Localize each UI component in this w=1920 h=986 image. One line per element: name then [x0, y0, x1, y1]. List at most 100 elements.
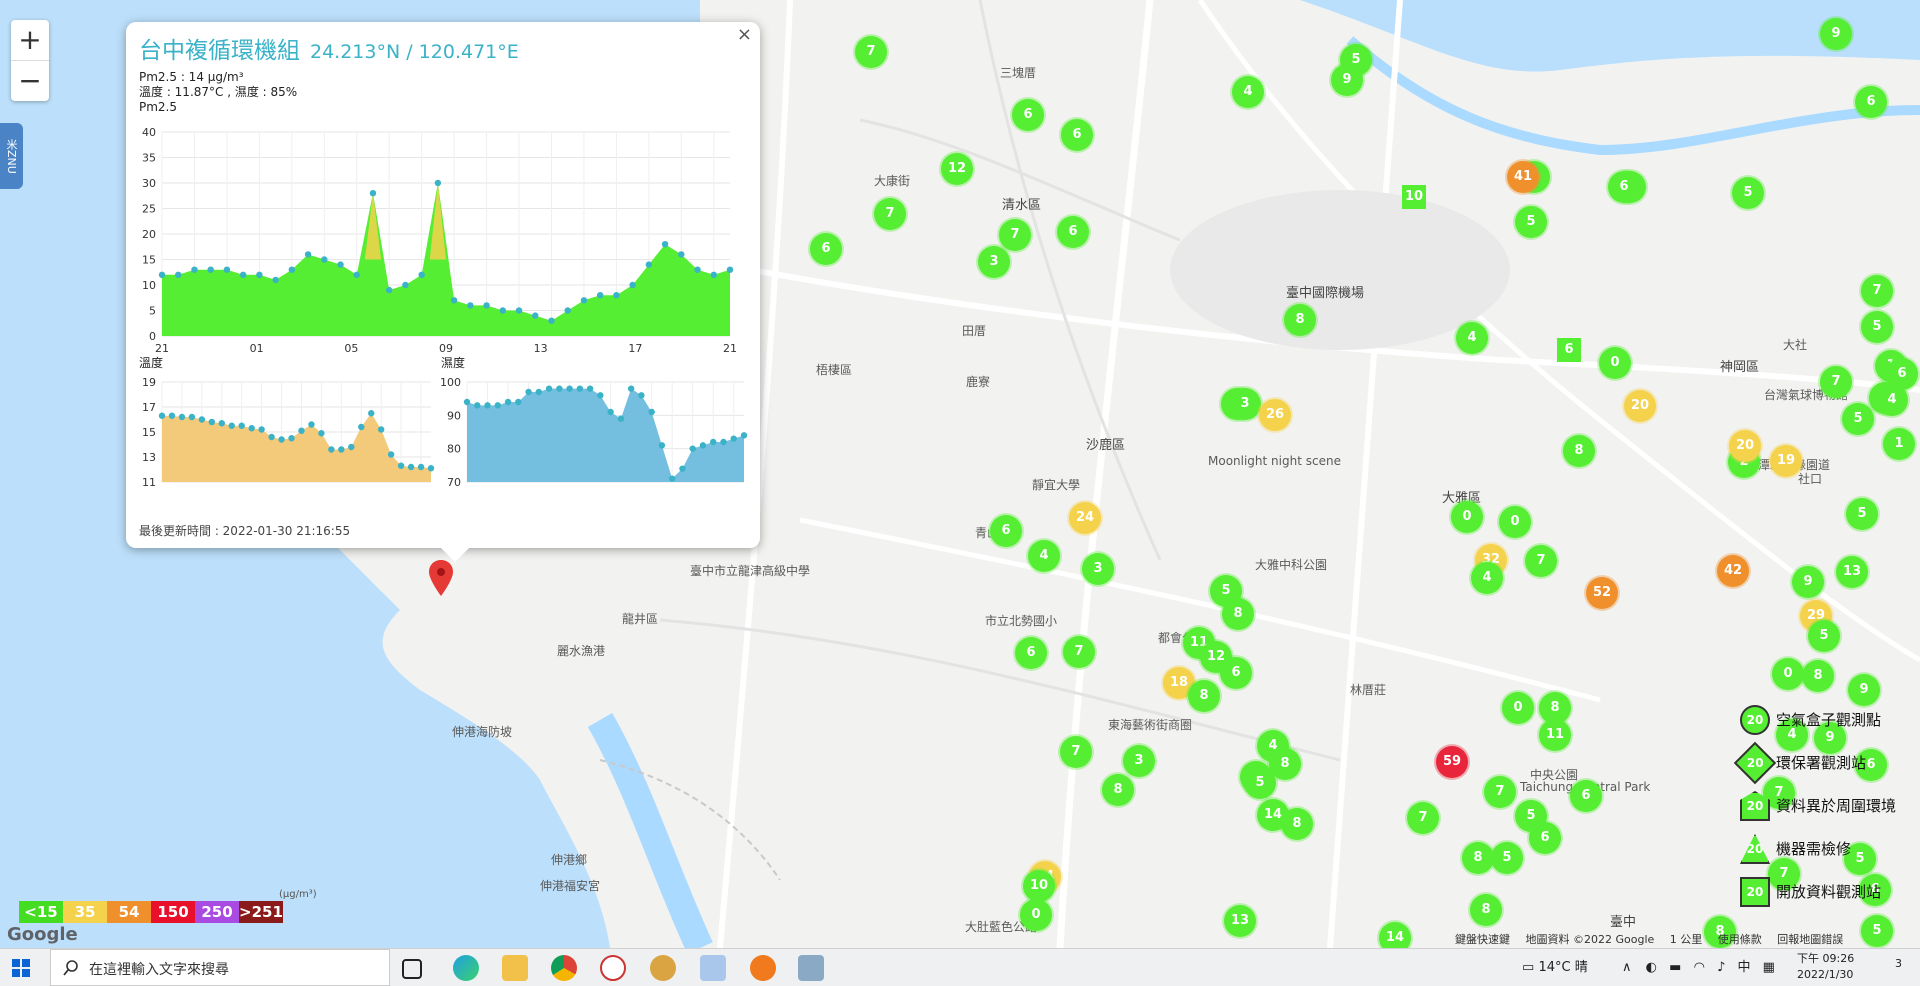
volume-icon[interactable]: ♪ — [1717, 960, 1725, 975]
air-quality-marker[interactable]: 5 — [1846, 498, 1878, 530]
file-explorer-icon[interactable] — [502, 955, 528, 981]
air-quality-marker[interactable]: 8 — [1470, 894, 1502, 926]
air-quality-marker[interactable]: 10 — [1023, 870, 1055, 902]
side-panel-tab[interactable]: 米ZNU — [0, 123, 23, 189]
air-quality-marker[interactable]: 6 — [1015, 637, 1047, 669]
air-quality-marker[interactable]: 5 — [1808, 620, 1840, 652]
air-quality-marker[interactable]: 8 — [1281, 808, 1313, 840]
air-quality-marker[interactable]: 26 — [1259, 399, 1291, 431]
close-button[interactable]: × — [737, 24, 752, 45]
air-quality-marker[interactable]: 6 — [810, 233, 842, 265]
chrome-browser-icon[interactable] — [551, 955, 577, 981]
air-quality-marker[interactable]: 3 — [1123, 745, 1155, 777]
air-quality-marker[interactable]: 7 — [1861, 275, 1893, 307]
air-quality-marker[interactable]: 9 — [1792, 566, 1824, 598]
air-quality-marker[interactable]: 19 — [1770, 445, 1802, 477]
air-quality-marker[interactable]: 6 — [1529, 822, 1561, 854]
air-quality-marker[interactable]: 8 — [1802, 660, 1834, 692]
air-quality-marker[interactable]: 3 — [1082, 553, 1114, 585]
air-quality-marker[interactable]: 6 — [1855, 86, 1887, 118]
air-quality-marker[interactable]: 0 — [1502, 692, 1534, 724]
air-quality-marker[interactable]: 7 — [874, 198, 906, 230]
air-quality-marker[interactable]: 8 — [1462, 842, 1494, 874]
air-quality-marker[interactable]: 0 — [1451, 501, 1483, 533]
edge-browser-icon[interactable] — [453, 955, 479, 981]
air-quality-marker[interactable]: 24 — [1069, 502, 1101, 534]
air-quality-marker[interactable]: 5 — [1861, 311, 1893, 343]
air-quality-marker[interactable]: 4 — [1232, 76, 1264, 108]
air-quality-marker[interactable]: 5 — [1515, 206, 1547, 238]
wifi-icon[interactable]: ◠ — [1694, 960, 1705, 975]
task-view-icon[interactable] — [402, 959, 422, 979]
air-quality-marker[interactable]: 6 — [1608, 171, 1640, 203]
air-quality-marker[interactable]: 6 — [1012, 99, 1044, 131]
app-icon[interactable] — [798, 955, 824, 981]
air-quality-marker[interactable]: 5 — [1732, 177, 1764, 209]
air-quality-marker[interactable]: 0 — [1599, 347, 1631, 379]
air-quality-marker[interactable]: 59 — [1436, 746, 1468, 778]
air-quality-marker[interactable]: 7 — [1060, 736, 1092, 768]
air-quality-marker[interactable]: 0 — [1772, 658, 1804, 690]
air-quality-marker[interactable]: 1 — [1883, 428, 1915, 460]
air-quality-marker[interactable]: 8 — [1563, 435, 1595, 467]
notification-icon[interactable]: 3 — [1880, 957, 1902, 977]
air-quality-marker[interactable]: 12 — [941, 153, 973, 185]
air-quality-marker[interactable]: 20 — [1624, 390, 1656, 422]
air-quality-marker[interactable]: 4 — [1876, 384, 1908, 416]
air-quality-marker[interactable]: 8 — [1284, 304, 1316, 336]
air-quality-marker[interactable]: 20 — [1729, 430, 1761, 462]
location-pin-icon[interactable] — [429, 560, 453, 596]
air-quality-marker[interactable]: 52 — [1586, 577, 1618, 609]
keyboard-shortcuts-link[interactable]: 鍵盤快速鍵 — [1455, 933, 1510, 946]
air-quality-marker[interactable]: 7 — [1407, 802, 1439, 834]
air-quality-marker[interactable]: 41 — [1507, 161, 1539, 193]
air-quality-marker[interactable]: 6 — [1061, 119, 1093, 151]
air-quality-marker[interactable]: 6 — [990, 515, 1022, 547]
air-quality-marker[interactable]: 9 — [1848, 674, 1880, 706]
clock-app-icon[interactable] — [600, 955, 626, 981]
air-quality-marker[interactable]: 6 — [1570, 780, 1602, 812]
air-quality-marker[interactable]: 7 — [855, 36, 887, 68]
air-quality-marker[interactable]: 7 — [1063, 636, 1095, 668]
air-quality-marker[interactable]: 6 — [1557, 338, 1581, 362]
air-quality-marker[interactable]: 5 — [1491, 842, 1523, 874]
blender-icon[interactable] — [750, 955, 776, 981]
air-quality-marker[interactable]: 4 — [1471, 562, 1503, 594]
system-clock[interactable]: 下午 09:26 2022/1/30 — [1797, 951, 1854, 983]
zoom-out-button[interactable]: − — [11, 61, 49, 101]
chevron-up-icon[interactable]: ∧ — [1622, 960, 1632, 975]
terms-link[interactable]: 使用條款 — [1718, 933, 1762, 946]
network-icon[interactable]: ◐ — [1646, 960, 1657, 975]
app-icon[interactable] — [650, 955, 676, 981]
air-quality-marker[interactable]: 13 — [1836, 556, 1868, 588]
air-quality-marker[interactable]: 6 — [1220, 657, 1252, 689]
air-quality-marker[interactable]: 9 — [1820, 18, 1852, 50]
air-quality-marker[interactable]: 4 — [1456, 322, 1488, 354]
air-quality-marker[interactable]: 4 — [1028, 540, 1060, 572]
air-quality-marker[interactable]: 9 — [1331, 64, 1363, 96]
air-quality-marker[interactable]: 7 — [1820, 366, 1852, 398]
air-quality-marker[interactable]: 8 — [1222, 598, 1254, 630]
weather-widget[interactable]: ▭ 14°C 晴 — [1522, 949, 1588, 986]
air-quality-marker[interactable]: 5 — [1244, 767, 1276, 799]
air-quality-marker[interactable]: 6 — [1057, 216, 1089, 248]
air-quality-marker[interactable]: 7 — [1525, 545, 1557, 577]
battery-icon[interactable]: ▬ — [1669, 960, 1681, 975]
air-quality-marker[interactable]: 13 — [1224, 905, 1256, 937]
ime-indicator[interactable]: 中 — [1738, 960, 1751, 975]
air-quality-marker[interactable]: 5 — [1861, 915, 1893, 947]
air-quality-marker[interactable]: 7 — [1484, 776, 1516, 808]
taskbar-search[interactable]: 在這裡輸入文字來搜尋 — [50, 949, 390, 986]
air-quality-marker[interactable]: 14 — [1379, 922, 1411, 948]
air-quality-marker[interactable]: 5 — [1842, 403, 1874, 435]
air-quality-marker[interactable]: 8 — [1102, 774, 1134, 806]
windows-start-icon[interactable] — [12, 959, 30, 977]
zoom-in-button[interactable]: + — [11, 20, 49, 61]
air-quality-marker[interactable]: 7 — [999, 219, 1031, 251]
air-quality-marker[interactable]: 3 — [1229, 388, 1261, 420]
report-error-link[interactable]: 回報地圖錯誤 — [1777, 933, 1843, 946]
air-quality-marker[interactable]: 0 — [1020, 899, 1052, 931]
air-quality-marker[interactable]: 42 — [1717, 555, 1749, 587]
map-canvas[interactable]: 三塊厝 大康街 清水區 梧棲區 沙鹿區 臺中國際機場 田厝 鹿寮 靜宜大學 青山… — [0, 0, 1920, 948]
air-quality-marker[interactable]: 0 — [1499, 506, 1531, 538]
